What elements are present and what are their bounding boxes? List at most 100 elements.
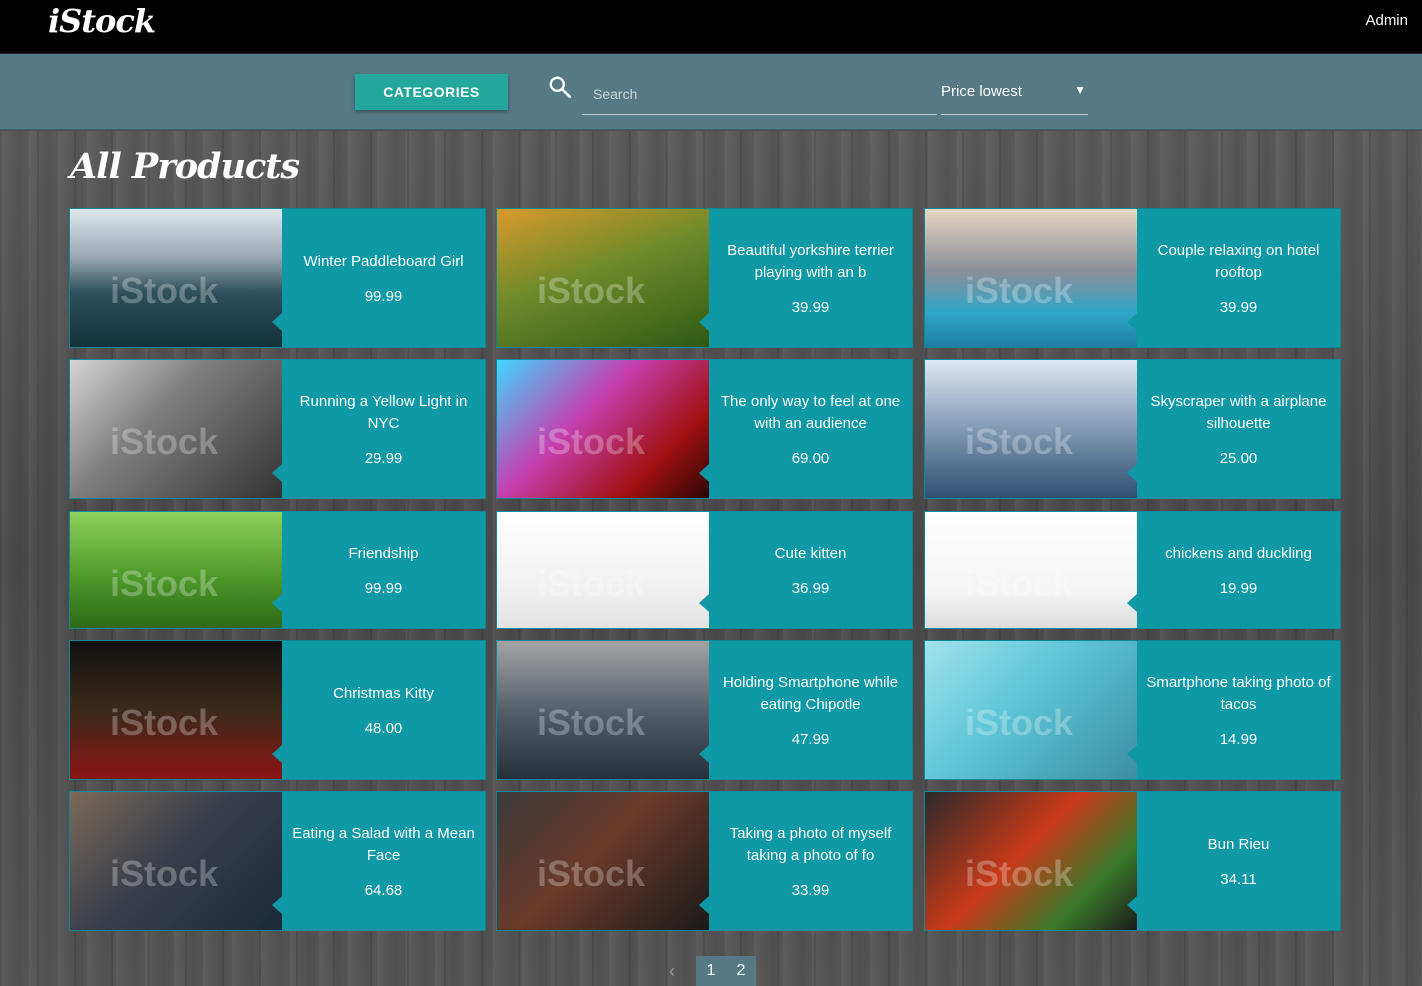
istock-logo[interactable]: iStock <box>48 2 156 40</box>
product-image[interactable]: iStock <box>925 360 1137 498</box>
product-card[interactable]: iStock Taking a photo of myself taking a … <box>496 791 913 931</box>
card-pointer <box>272 464 282 482</box>
product-card[interactable]: iStock Couple relaxing on hotel rooftop 39… <box>924 208 1341 348</box>
product-price: 36.99 <box>791 580 830 597</box>
product-info: Smartphone taking photo of tacos 14.99 <box>1137 641 1340 779</box>
watermark-text: iStock <box>537 563 646 605</box>
product-card[interactable]: iStock Winter Paddleboard Girl 99.99 <box>69 208 486 348</box>
product-card[interactable]: iStock Holding Smartphone while eating Ch… <box>496 640 913 780</box>
product-price: 34.11 <box>1220 871 1257 888</box>
product-info: Taking a photo of myself taking a photo … <box>709 792 912 930</box>
product-info: Holding Smartphone while eating Chipotle… <box>709 641 912 779</box>
product-name: Smartphone taking photo of tacos <box>1146 674 1331 713</box>
product-image[interactable]: iStock <box>925 792 1137 930</box>
page-1-button[interactable]: 1 <box>696 956 726 986</box>
product-image[interactable]: iStock <box>497 209 709 347</box>
product-name: The only way to feel at one with an audi… <box>720 393 901 432</box>
product-card[interactable]: iStock Bun Rieu 34.11 <box>924 791 1341 931</box>
product-name: Christmas Kitty <box>333 685 434 702</box>
card-pointer <box>1127 896 1137 914</box>
admin-link[interactable]: Admin <box>1365 12 1408 29</box>
product-image[interactable]: iStock <box>497 512 709 628</box>
product-info: Eating a Salad with a Mean Face 64.68 <box>282 792 485 930</box>
product-image[interactable]: iStock <box>925 641 1137 779</box>
product-card[interactable]: iStock The only way to feel at one with a… <box>496 359 913 499</box>
product-image[interactable]: iStock <box>70 792 282 930</box>
product-name: Skyscraper with a airplane silhouette <box>1150 393 1327 432</box>
product-info: Skyscraper with a airplane silhouette 25.… <box>1137 360 1340 498</box>
product-name: Cute kitten <box>774 545 847 562</box>
product-info: Winter Paddleboard Girl 99.99 <box>282 209 485 347</box>
product-card[interactable]: iStock Christmas Kitty 48.00 <box>69 640 486 780</box>
product-info: Beautiful yorkshire terrier playing with… <box>709 209 912 347</box>
watermark-text: iStock <box>110 701 219 743</box>
product-image[interactable]: iStock <box>70 360 282 498</box>
product-info: Christmas Kitty 48.00 <box>282 641 485 779</box>
watermark-text: iStock <box>537 852 646 894</box>
card-pointer <box>699 594 709 612</box>
search-input[interactable] <box>582 74 937 114</box>
card-pointer <box>1127 745 1137 763</box>
card-pointer <box>699 745 709 763</box>
watermark-text: iStock <box>110 269 219 311</box>
product-price: 25.00 <box>1219 450 1258 467</box>
product-price: 39.99 <box>791 299 830 316</box>
watermark-text: iStock <box>965 701 1074 743</box>
card-pointer <box>1127 594 1137 612</box>
categories-button[interactable]: CATEGORIES <box>355 74 508 110</box>
product-card[interactable]: iStock Running a Yellow Light in NYC 29.99 <box>69 359 486 499</box>
sort-selected-value: Price lowest <box>941 83 1022 100</box>
product-info: Bun Rieu 34.11 <box>1137 792 1340 930</box>
product-name: Couple relaxing on hotel rooftop <box>1157 242 1320 281</box>
product-image[interactable]: iStock <box>70 641 282 779</box>
product-image[interactable]: iStock <box>925 209 1137 347</box>
card-pointer <box>1127 464 1137 482</box>
watermark-text: iStock <box>110 563 219 605</box>
product-price: 48.00 <box>364 720 403 737</box>
product-info: Couple relaxing on hotel rooftop 39.99 <box>1137 209 1340 347</box>
product-name: Winter Paddleboard Girl <box>303 253 464 270</box>
product-name: Bun Rieu <box>1207 836 1270 853</box>
sort-select[interactable]: Price lowest ▼ <box>941 74 1088 115</box>
product-price: 14.99 <box>1219 731 1258 748</box>
product-card[interactable]: iStock Skyscraper with a airplane silhoue… <box>924 359 1341 499</box>
product-price: 99.99 <box>364 288 403 305</box>
watermark-text: iStock <box>110 852 219 894</box>
watermark-text: iStock <box>110 420 219 462</box>
product-info: Cute kitten 36.99 <box>709 512 912 628</box>
product-image[interactable]: iStock <box>70 209 282 347</box>
card-pointer <box>272 313 282 331</box>
product-card[interactable]: iStock Beautiful yorkshire terrier playin… <box>496 208 913 348</box>
product-image[interactable]: iStock <box>70 512 282 628</box>
card-pointer <box>699 464 709 482</box>
prev-page-icon[interactable]: ‹ <box>662 956 682 986</box>
product-image[interactable]: iStock <box>497 360 709 498</box>
product-name: Eating a Salad with a Mean Face <box>292 825 475 864</box>
product-card[interactable]: iStock Smartphone taking photo of tacos 14… <box>924 640 1341 780</box>
page-2-button[interactable]: 2 <box>726 956 756 986</box>
product-price: 64.68 <box>364 882 403 899</box>
card-pointer <box>272 594 282 612</box>
watermark-text: iStock <box>965 420 1074 462</box>
product-name: Friendship <box>348 545 419 562</box>
watermark-text: iStock <box>965 852 1074 894</box>
product-card[interactable]: iStock Eating a Salad with a Mean Face 64.… <box>69 791 486 931</box>
product-image[interactable]: iStock <box>497 641 709 779</box>
product-card[interactable]: iStock Cute kitten 36.99 <box>496 511 913 629</box>
card-pointer <box>699 896 709 914</box>
card-pointer <box>272 896 282 914</box>
product-price: 29.99 <box>364 450 403 467</box>
watermark-text: iStock <box>965 269 1074 311</box>
product-name: Beautiful yorkshire terrier playing with… <box>727 242 894 281</box>
card-pointer <box>699 313 709 331</box>
pagination: ‹ 1 2 <box>662 956 756 986</box>
product-price: 33.99 <box>791 882 830 899</box>
product-card[interactable]: iStock chickens and duckling 19.99 <box>924 511 1341 629</box>
product-info: chickens and duckling 19.99 <box>1137 512 1340 628</box>
product-card[interactable]: iStock Friendship 99.99 <box>69 511 486 629</box>
product-image[interactable]: iStock <box>925 512 1137 628</box>
product-image[interactable]: iStock <box>497 792 709 930</box>
watermark-text: iStock <box>965 563 1074 605</box>
dropdown-arrow-icon: ▼ <box>1074 83 1086 97</box>
product-info: Running a Yellow Light in NYC 29.99 <box>282 360 485 498</box>
